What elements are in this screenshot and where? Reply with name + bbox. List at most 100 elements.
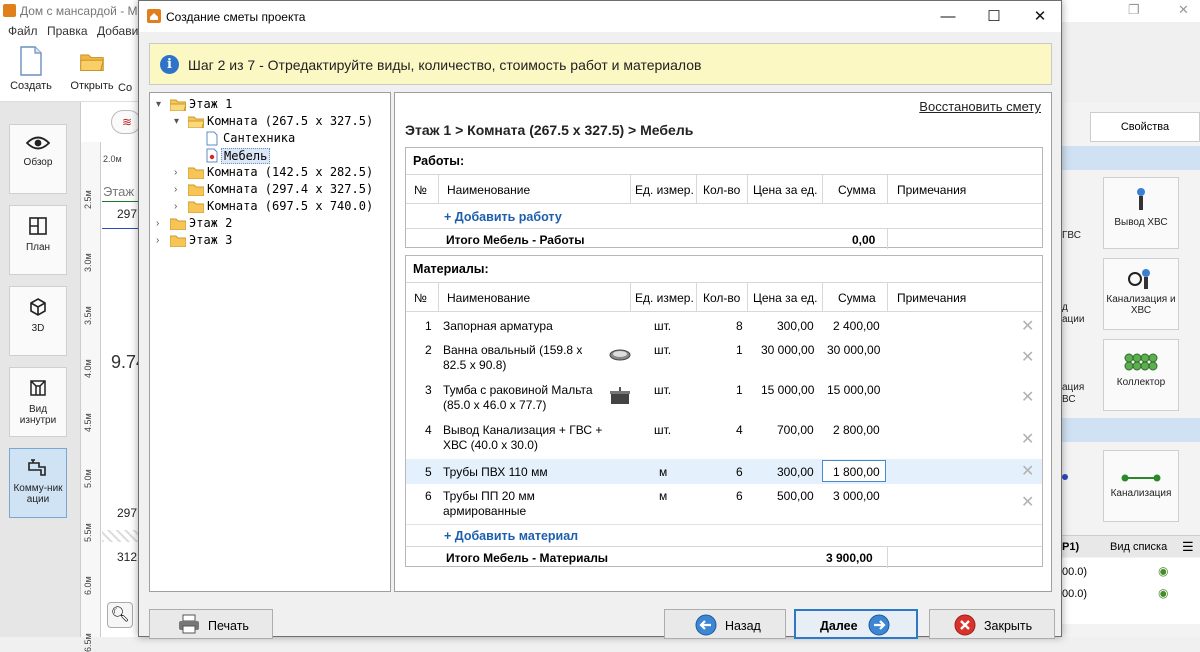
delete-row-icon[interactable]: ✕ (1021, 429, 1034, 449)
open-button[interactable]: Открыть (63, 46, 121, 92)
close-main-window-icon[interactable]: ✕ (1178, 2, 1189, 18)
row-unit[interactable]: м (659, 489, 667, 503)
expand-toggle-icon[interactable]: › (174, 168, 183, 178)
minimize-icon[interactable]: — (925, 1, 971, 32)
row-qty[interactable]: 6 (736, 489, 743, 503)
row-price[interactable]: 300,00 (777, 465, 814, 479)
add-work-link[interactable]: + Добавить работу (444, 210, 562, 224)
menu-edit[interactable]: Правка (47, 24, 88, 38)
ruler-label: 3.0м (83, 253, 93, 272)
collapse-toggle-icon[interactable]: ▾ (156, 100, 165, 110)
row-sum[interactable]: 2 400,00 (833, 319, 880, 333)
bathtub-icon (609, 349, 631, 361)
row-qty[interactable]: 6 (736, 465, 743, 479)
delete-row-icon[interactable]: ✕ (1021, 316, 1034, 336)
sewer-pipe-label: Канализация (1110, 488, 1172, 499)
nav-overview-button[interactable]: Обзор (9, 124, 67, 194)
visibility-eye-icon[interactable]: ◉ (1158, 564, 1168, 578)
row-qty[interactable]: 8 (736, 319, 743, 333)
row-unit[interactable]: м (659, 465, 667, 479)
row-unit[interactable]: шт. (654, 383, 671, 397)
maximize-icon[interactable]: ☐ (971, 1, 1017, 32)
delete-row-icon[interactable]: ✕ (1021, 347, 1034, 367)
visibility-eye-icon[interactable]: ◉ (1158, 586, 1168, 600)
close-circle-icon (954, 614, 976, 636)
row-name[interactable]: Ванна овальный (159.8 x (443, 343, 582, 357)
close-dialog-icon[interactable]: ✕ (1017, 1, 1063, 32)
sewer-and-cold-water-button[interactable]: Канализация и ХВС (1103, 258, 1179, 330)
restore-window-icon[interactable]: ❐ (1128, 2, 1140, 18)
print-button[interactable]: Печать (149, 609, 273, 639)
row-qty[interactable]: 1 (736, 343, 743, 357)
folder-icon (188, 184, 204, 196)
row-sum[interactable]: 3 000,00 (833, 489, 880, 503)
row-name[interactable]: Трубы ПП 20 мм (443, 489, 535, 503)
nav-3d-button[interactable]: 3D (9, 286, 67, 356)
zoom-icon[interactable]: 🔍︎ (107, 602, 133, 628)
list-view-label[interactable]: Вид списка (1110, 541, 1167, 553)
cold-water-outlet-button[interactable]: Вывод ХВС (1103, 177, 1179, 249)
material-row[interactable]: 3 Тумба с раковиной Мальта (85.0 x 46.0 … (406, 379, 1042, 419)
material-row-selected[interactable]: 5 Трубы ПВХ 110 мм м 6 300,00 1 800,00 ✕ (406, 459, 1042, 484)
row-sum[interactable]: 2 800,00 (833, 423, 880, 437)
nav-plan-button[interactable]: План (9, 205, 67, 275)
properties-tab[interactable]: Свойства (1090, 112, 1200, 142)
row-sum[interactable]: 30 000,00 (827, 343, 880, 357)
create-button[interactable]: Создать (2, 46, 60, 92)
row-name[interactable]: Тумба с раковиной Мальта (443, 383, 593, 397)
tree-label: Комната (267.5 x 327.5) (207, 114, 374, 128)
nav-communications-button[interactable]: Комму-никации (9, 448, 67, 518)
row-name[interactable]: Трубы ПВХ 110 мм (443, 465, 548, 479)
sum-cell-editor[interactable]: 1 800,00 (822, 460, 886, 482)
row-name[interactable]: Запорная арматура (443, 319, 553, 333)
row-price[interactable]: 500,00 (777, 489, 814, 503)
expand-toggle-icon[interactable]: › (174, 202, 183, 212)
row-price[interactable]: 300,00 (777, 319, 814, 333)
sewer-pipe-button[interactable]: Канализация (1103, 450, 1179, 522)
row-name[interactable]: Вывод Канализация + ГВС + (443, 423, 602, 437)
row-unit[interactable]: шт. (654, 319, 671, 333)
next-button[interactable]: Далее (794, 609, 918, 639)
nav-inside-view-label: Вид изнутри (19, 404, 57, 426)
open-folder-icon (188, 116, 204, 128)
menu-add[interactable]: Добавит (97, 24, 144, 38)
works-total-row: Итого Мебель - Работы 0,00 (406, 228, 1042, 249)
col-qty: Кол-во (703, 291, 741, 305)
expand-toggle-icon[interactable]: › (156, 236, 165, 246)
expand-toggle-icon[interactable]: › (156, 219, 165, 229)
zoom-pill[interactable]: ≋ (111, 110, 141, 134)
plan-canvas[interactable]: ≋ 2.0м 2.5м 3.0м 3.5м 4.0м 4.5м 5.0м 5.5… (80, 102, 146, 652)
row-price[interactable]: 700,00 (777, 423, 814, 437)
row-unit[interactable]: шт. (654, 423, 671, 437)
canvas-dimension: 297 (117, 506, 138, 520)
panel-strip (1062, 418, 1200, 442)
material-row[interactable]: 1 Запорная арматура шт. 8 300,00 2 400,0… (406, 314, 1042, 338)
row-qty[interactable]: 1 (736, 383, 743, 397)
delete-row-icon[interactable]: ✕ (1021, 461, 1034, 481)
list-item[interactable]: 00.0) (1062, 588, 1087, 600)
collapse-toggle-icon[interactable]: ▾ (174, 117, 183, 127)
material-row[interactable]: 2 Ванна овальный (159.8 x 82.5 x 90.8) ш… (406, 339, 1042, 379)
expand-toggle-icon[interactable]: › (174, 185, 183, 195)
material-row[interactable]: 6 Трубы ПП 20 мм армированные м 6 500,00… (406, 484, 1042, 524)
menu-file[interactable]: Файл (8, 24, 38, 38)
print-label: Печать (208, 619, 249, 633)
nav-inside-view-button[interactable]: Вид изнутри (9, 367, 67, 437)
back-button[interactable]: Назад (664, 609, 786, 639)
row-unit[interactable]: шт. (654, 343, 671, 357)
restore-estimate-link[interactable]: Восстановить смету (919, 99, 1041, 114)
collector-button[interactable]: Коллектор (1103, 339, 1179, 411)
row-qty[interactable]: 4 (736, 423, 743, 437)
row-price[interactable]: 15 000,00 (761, 383, 814, 397)
close-button[interactable]: Закрыть (929, 609, 1055, 639)
list-item[interactable]: 00.0) (1062, 566, 1087, 578)
list-view-icon[interactable]: ☰ (1182, 539, 1194, 555)
delete-row-icon[interactable]: ✕ (1021, 492, 1034, 512)
row-sum: 1 800,00 (833, 465, 880, 479)
add-material-link[interactable]: + Добавить материал (444, 529, 578, 543)
delete-row-icon[interactable]: ✕ (1021, 387, 1034, 407)
row-sum[interactable]: 15 000,00 (827, 383, 880, 397)
row-price[interactable]: 30 000,00 (761, 343, 814, 357)
material-row[interactable]: 4 Вывод Канализация + ГВС + ХВС (40.0 x … (406, 419, 1042, 459)
tree-label-selected: Мебель (221, 148, 271, 164)
